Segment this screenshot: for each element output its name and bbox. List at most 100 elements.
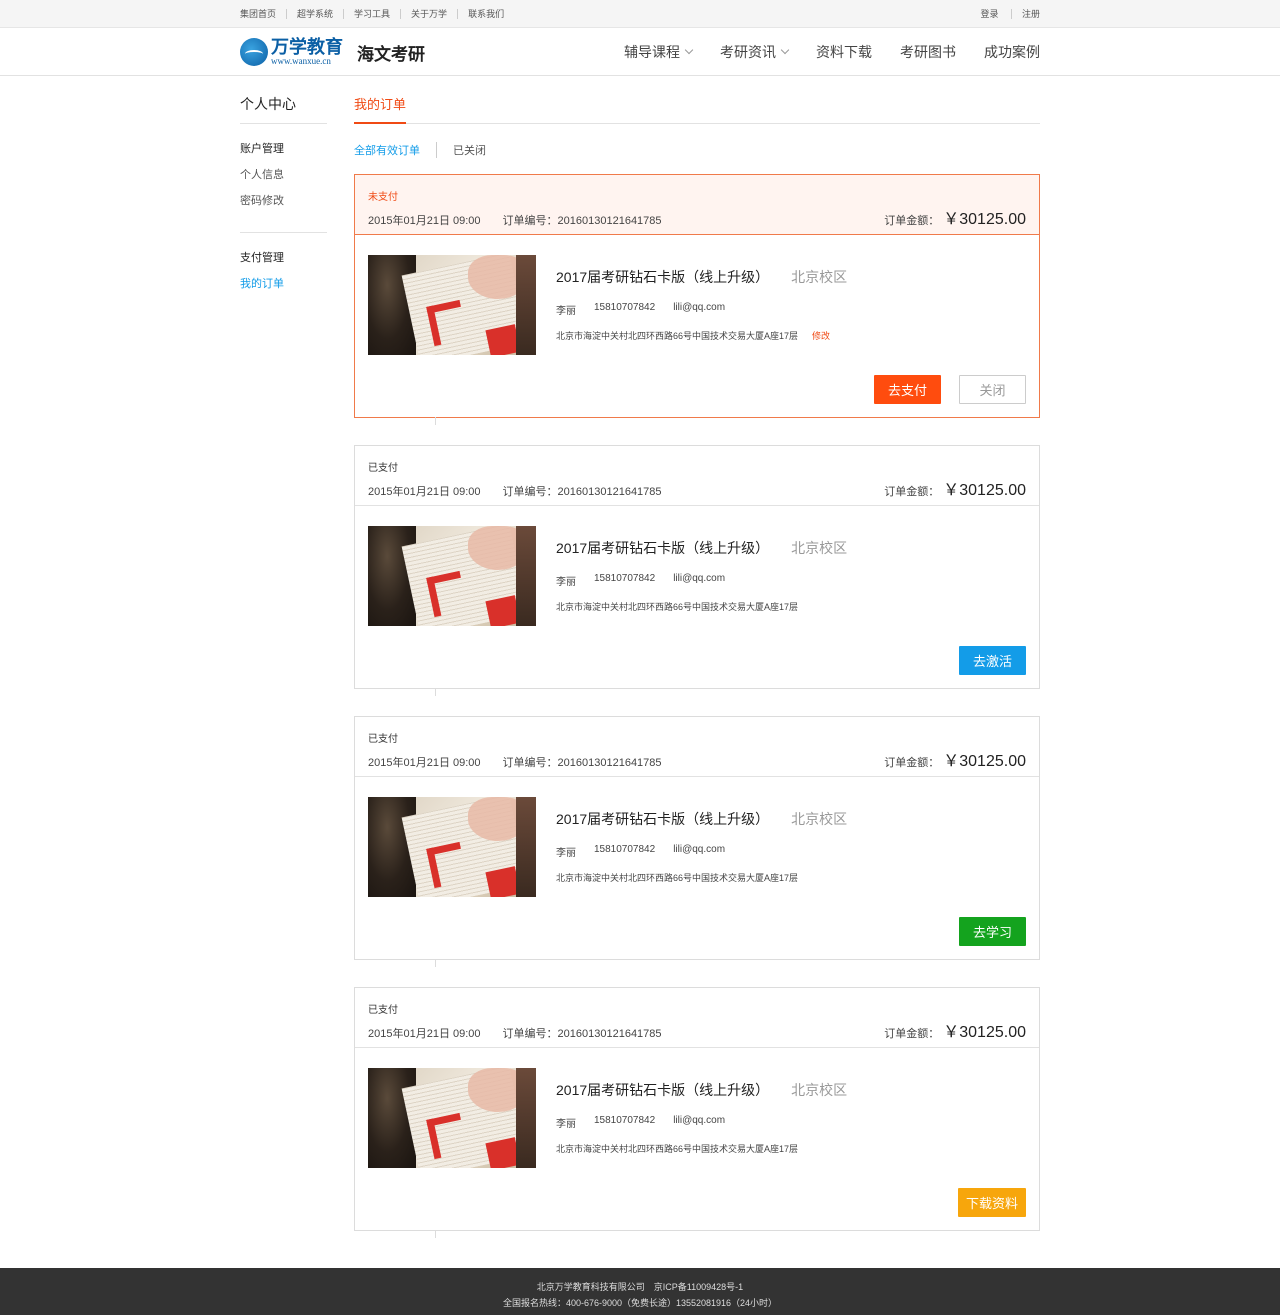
order-amount-label: 订单金额： bbox=[884, 215, 940, 227]
nav-news[interactable]: 考研资讯 bbox=[720, 42, 790, 62]
order-status: 已支付 bbox=[368, 734, 398, 745]
order-amount-value: ￥30125.00 bbox=[943, 1024, 1026, 1041]
contact-email: lili@qq.com bbox=[673, 844, 726, 855]
logo-url-text: www.wanxue.cn bbox=[271, 56, 331, 66]
top-link-tools[interactable]: 学习工具 bbox=[343, 9, 400, 19]
contact-name: 李丽 bbox=[556, 306, 576, 317]
filter-closed[interactable]: 已关闭 bbox=[436, 142, 502, 158]
contact-address: 北京市海淀中关村北四环西路66号中国技术交易大厦A座17层 bbox=[556, 331, 799, 341]
account-links: 登录 注册 bbox=[970, 9, 1040, 19]
footer-company: 北京万学教育科技有限公司 京ICP备11009428号-1 bbox=[536, 1282, 744, 1292]
brand-subtitle: 海文考研 bbox=[357, 44, 425, 64]
contact-address: 北京市海淀中关村北四环西路66号中国技术交易大厦A座17层 bbox=[556, 1144, 799, 1154]
course-thumbnail[interactable] bbox=[368, 1068, 536, 1168]
sidebar-group-title: 账户管理 bbox=[240, 143, 284, 155]
sidebar: 个人中心 账户管理 个人信息 密码修改 支付管理 我的订单 bbox=[240, 94, 327, 1231]
sidebar-item-my-orders[interactable]: 我的订单 bbox=[240, 275, 327, 291]
campus-name: 北京校区 bbox=[791, 269, 848, 285]
order-header: 未支付 2015年01月21日 09:00 订单编号：2016013012164… bbox=[355, 175, 1039, 235]
sidebar-item-profile[interactable]: 个人信息 bbox=[240, 166, 327, 182]
course-thumbnail[interactable] bbox=[368, 797, 536, 897]
order-status: 未支付 bbox=[368, 192, 398, 203]
order-amount: 订单金额： ￥30125.00 bbox=[884, 476, 1026, 500]
top-link-system[interactable]: 超学系统 bbox=[286, 9, 343, 19]
order-body: 2017届考研钻石卡版（线上升级） 北京校区 李丽 15810707842 li… bbox=[355, 777, 1039, 959]
order-actions: 下载资料 bbox=[957, 1188, 1026, 1217]
contact-address: 北京市海淀中关村北四环西路66号中国技术交易大厦A座17层 bbox=[556, 602, 799, 612]
course-thumbnail[interactable] bbox=[368, 255, 536, 355]
footer-hotline: 全国报名热线：400-676-9000（免费长途）13552081916（24小… bbox=[502, 1298, 778, 1308]
order-action-button[interactable]: 去学习 bbox=[959, 917, 1026, 946]
campus-name: 北京校区 bbox=[791, 540, 848, 556]
order-amount-value: ￥30125.00 bbox=[943, 482, 1026, 499]
order-amount: 订单金额： ￥30125.00 bbox=[884, 205, 1026, 229]
site-footer: 北京万学教育科技有限公司 京ICP备11009428号-1 全国报名热线：400… bbox=[0, 1268, 1280, 1315]
nav-downloads[interactable]: 资料下载 bbox=[816, 42, 872, 62]
order-amount: 订单金额： ￥30125.00 bbox=[884, 747, 1026, 771]
contact-name: 李丽 bbox=[556, 577, 576, 588]
order-action-button[interactable]: 去支付 bbox=[874, 375, 941, 404]
contact-email: lili@qq.com bbox=[673, 573, 726, 584]
edit-address-link[interactable]: 修改 bbox=[812, 329, 830, 342]
campus-name: 北京校区 bbox=[791, 811, 848, 827]
contact-email: lili@qq.com bbox=[673, 302, 726, 313]
filter-all-valid[interactable]: 全部有效订单 bbox=[354, 142, 436, 158]
order-status: 已支付 bbox=[368, 1005, 398, 1016]
course-title[interactable]: 2017届考研钻石卡版（线上升级） bbox=[556, 538, 769, 558]
logo[interactable]: 万学教育 www.wanxue.cn 海文考研 bbox=[240, 38, 425, 66]
order-amount-label: 订单金额： bbox=[884, 1028, 940, 1040]
top-link-contact[interactable]: 联系我们 bbox=[457, 9, 514, 19]
order-date: 2015年01月21日 09:00 bbox=[368, 757, 481, 769]
sidebar-item-password[interactable]: 密码修改 bbox=[240, 192, 327, 208]
contact-phone: 15810707842 bbox=[594, 302, 656, 313]
order-number: 订单编号：20160130121641785 bbox=[502, 1028, 662, 1040]
order-date: 2015年01月21日 09:00 bbox=[368, 486, 481, 498]
nav-books[interactable]: 考研图书 bbox=[900, 42, 956, 62]
nav-cases[interactable]: 成功案例 bbox=[984, 42, 1040, 62]
order-card: 未支付 2015年01月21日 09:00 订单编号：2016013012164… bbox=[354, 174, 1040, 425]
top-link-home[interactable]: 集团首页 bbox=[240, 9, 286, 19]
nav-courses[interactable]: 辅导课程 bbox=[624, 42, 694, 62]
order-amount: 订单金额： ￥30125.00 bbox=[884, 1018, 1026, 1042]
order-date: 2015年01月21日 09:00 bbox=[368, 215, 481, 227]
order-amount-label: 订单金额： bbox=[884, 486, 940, 498]
order-date: 2015年01月21日 09:00 bbox=[368, 1028, 481, 1040]
course-title[interactable]: 2017届考研钻石卡版（线上升级） bbox=[556, 267, 769, 287]
site-header: 万学教育 www.wanxue.cn 海文考研 辅导课程 考研资讯 资料下载 考… bbox=[0, 28, 1280, 76]
order-action-button[interactable]: 关闭 bbox=[959, 375, 1026, 404]
order-amount-value: ￥30125.00 bbox=[943, 753, 1026, 770]
login-link[interactable]: 登录 bbox=[970, 9, 1008, 19]
main-nav: 辅导课程 考研资讯 资料下载 考研图书 成功案例 bbox=[624, 42, 1040, 62]
tab-my-orders[interactable]: 我的订单 bbox=[354, 94, 407, 124]
course-title[interactable]: 2017届考研钻石卡版（线上升级） bbox=[556, 1080, 769, 1100]
order-list: 未支付 2015年01月21日 09:00 订单编号：2016013012164… bbox=[354, 174, 1040, 1238]
order-header: 已支付 2015年01月21日 09:00 订单编号：2016013012164… bbox=[355, 446, 1039, 506]
chevron-down-icon bbox=[780, 45, 790, 55]
sidebar-group-account: 账户管理 个人信息 密码修改 bbox=[240, 124, 327, 233]
top-utility-bar: 集团首页 超学系统 学习工具 关于万学 联系我们 登录 注册 bbox=[0, 0, 1280, 28]
order-amount-label: 订单金额： bbox=[884, 757, 940, 769]
contact-address: 北京市海淀中关村北四环西路66号中国技术交易大厦A座17层 bbox=[556, 873, 799, 883]
order-number: 订单编号：20160130121641785 bbox=[502, 757, 662, 769]
order-card: 已支付 2015年01月21日 09:00 订单编号：2016013012164… bbox=[354, 716, 1040, 967]
course-title[interactable]: 2017届考研钻石卡版（线上升级） bbox=[556, 809, 769, 829]
sidebar-group-payment: 支付管理 我的订单 bbox=[240, 233, 327, 315]
order-status: 已支付 bbox=[368, 463, 398, 474]
contact-email: lili@qq.com bbox=[673, 1115, 726, 1126]
order-amount-value: ￥30125.00 bbox=[943, 211, 1026, 228]
order-action-button[interactable]: 去激活 bbox=[959, 646, 1026, 675]
logo-cn-text: 万学教育 bbox=[271, 37, 343, 57]
order-action-button[interactable]: 下载资料 bbox=[957, 1188, 1026, 1217]
logo-globe-icon bbox=[240, 38, 268, 66]
contact-name: 李丽 bbox=[556, 1119, 576, 1130]
register-link[interactable]: 注册 bbox=[1010, 9, 1040, 19]
order-card: 已支付 2015年01月21日 09:00 订单编号：2016013012164… bbox=[354, 445, 1040, 696]
top-link-about[interactable]: 关于万学 bbox=[400, 9, 457, 19]
campus-name: 北京校区 bbox=[791, 1082, 848, 1098]
order-header: 已支付 2015年01月21日 09:00 订单编号：2016013012164… bbox=[355, 988, 1039, 1048]
orders-main: 我的订单 全部有效订单 已关闭 未支付 2015年01月21日 09:00 订单… bbox=[354, 94, 1040, 1238]
order-actions: 去支付 关闭 bbox=[874, 375, 1026, 404]
sidebar-title: 个人中心 bbox=[240, 94, 327, 124]
order-body: 2017届考研钻石卡版（线上升级） 北京校区 李丽 15810707842 li… bbox=[355, 235, 1039, 417]
course-thumbnail[interactable] bbox=[368, 526, 536, 626]
